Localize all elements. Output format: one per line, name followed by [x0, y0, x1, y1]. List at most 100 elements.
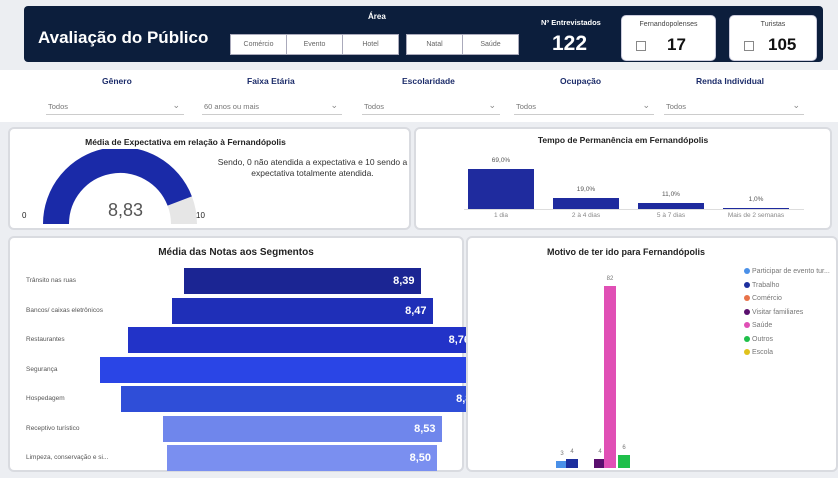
segment-value: 8,39 — [393, 275, 415, 287]
card-value: 17 — [667, 35, 686, 54]
filter-faixa-etaria[interactable]: Faixa Etária 60 anos ou mais ⌄ — [202, 76, 342, 118]
filter-underline — [514, 114, 654, 115]
segment-label: Receptivo turístico — [26, 424, 80, 432]
legend-dot-icon — [744, 349, 750, 356]
segment-bar: 8,39 — [183, 268, 421, 294]
bar-category-label: Mais de 2 semanas — [727, 212, 785, 219]
legend-dot-icon — [744, 335, 750, 342]
legend-item: Visitar familiares — [744, 309, 803, 316]
filter-value: Todos — [666, 102, 687, 111]
filter-underline — [664, 114, 804, 115]
gauge-min-label: 0 — [22, 211, 27, 220]
header-bar: Avaliação do Público Área Comércio Event… — [24, 6, 823, 62]
legend-label: Escola — [752, 349, 774, 356]
card-label: Turistas — [760, 21, 786, 28]
legend-item: Trabalho — [744, 282, 779, 289]
gauge-value: 8,83 — [108, 200, 144, 220]
bar-value-label: 19,0% — [576, 185, 596, 193]
panel-segmentos: Média das Notas aos Segmentos Trânsito n… — [8, 236, 505, 472]
area-button-natal[interactable]: Natal — [406, 34, 463, 55]
legend-dot-icon — [744, 295, 750, 302]
filter-value: Todos — [48, 102, 69, 111]
bar-1 — [566, 459, 578, 468]
filter-value: Todos — [516, 102, 537, 111]
filter-escolaridade[interactable]: Escolaridade Todos ⌄ — [362, 76, 500, 118]
panel-tempo-permanencia: Tempo de Permanência em Fernandópolis 69… — [414, 127, 832, 230]
gauge-note: Sendo, 0 não atendida a expectativa e 10… — [217, 157, 408, 178]
segment-label: Limpeza, conservação e si... — [26, 454, 109, 461]
segment-label: Trânsito nas ruas — [26, 277, 76, 284]
filter-label: Ocupação — [560, 76, 602, 86]
filter-renda-individual[interactable]: Renda Individual Todos ⌄ — [664, 76, 804, 118]
segment-bar: 8,95 — [99, 356, 505, 383]
area-button-saude[interactable]: Saúde — [462, 34, 519, 55]
bar-category-label: 5 à 7 dias — [656, 212, 686, 219]
segment-row: Limpeza, conservação e si... 8,50 — [10, 445, 462, 471]
legend-item: Escola — [744, 349, 773, 356]
legend-label: Comércio — [752, 295, 782, 302]
segment-label: Bancos/ caixas eletrônicos — [26, 306, 103, 314]
area-button-comercio[interactable]: Comércio — [230, 34, 287, 55]
segment-value: 8,47 — [405, 304, 427, 317]
bar-value-label: 4 — [570, 449, 574, 456]
filter-underline — [202, 114, 342, 115]
segment-bar: 8,76 — [128, 327, 476, 353]
bar-5 — [618, 454, 630, 468]
panel-title: Média de Expectativa em relação à Fernan… — [85, 137, 286, 147]
area-filter-label: Área — [368, 12, 386, 21]
card-label: Fernandopolenses — [639, 21, 698, 28]
segment-label: Hospedagem — [26, 395, 65, 402]
chevron-down-icon: ⌄ — [172, 100, 180, 110]
segment-row: Segurança 8,95 — [10, 356, 505, 383]
area-button-hotel[interactable]: Hotel — [342, 34, 399, 55]
segment-bar: 8,47 — [171, 297, 433, 324]
filter-ocupacao[interactable]: Ocupação Todos ⌄ — [514, 76, 654, 118]
legend-label: Saúde — [752, 322, 773, 329]
interviewed-label: Nº Entrevistados — [541, 18, 601, 27]
filter-label: Renda Individual — [696, 76, 765, 86]
filter-genero[interactable]: Gênero Todos ⌄ — [46, 76, 184, 118]
checkbox-icon[interactable] — [636, 41, 646, 51]
segment-row: Restaurantes 8,76 — [10, 327, 476, 353]
page-title: Avaliação do Público — [38, 28, 209, 47]
legend-dot-icon — [744, 322, 750, 329]
bar-1 — [553, 197, 619, 209]
segment-bar: 8,53 — [162, 415, 442, 442]
segment-row: Trânsito nas ruas 8,39 — [10, 268, 462, 294]
legend-item: Comércio — [744, 295, 782, 302]
filter-label: Gênero — [102, 76, 132, 86]
filter-underline — [362, 114, 500, 115]
chevron-down-icon: ⌄ — [330, 100, 338, 110]
bar-4 — [604, 286, 616, 468]
legend-label: Trabalho — [752, 281, 780, 289]
segment-label: Segurança — [26, 365, 58, 373]
filter-underline — [46, 114, 184, 115]
bar-0 — [468, 169, 534, 209]
legend-label: Visitar familiares — [752, 308, 804, 316]
area-button-evento[interactable]: Evento — [286, 34, 343, 55]
chevron-down-icon: ⌄ — [642, 100, 650, 110]
chevron-down-icon: ⌄ — [488, 100, 496, 110]
legend-dot-icon — [744, 268, 750, 275]
legend-dot-icon — [744, 308, 750, 315]
filter-label: Escolaridade — [402, 76, 455, 86]
bar-category-label: 1 dia — [493, 212, 509, 219]
gauge-max-label: 10 — [196, 211, 205, 220]
tempo-chart: 69,0% 1 dia 19,0% 2 à 4 dias 11,0% 5 à 7 dias… — [416, 129, 830, 228]
legend-item: Outros — [744, 336, 773, 343]
bar-category-label: 2 à 4 dias — [571, 212, 601, 219]
bar-value-label: 1,0% — [748, 196, 764, 203]
checkbox-icon[interactable] — [744, 41, 754, 51]
card-turistas[interactable]: Turistas 105 — [729, 15, 817, 61]
filter-value: Todos — [364, 102, 385, 111]
segment-bar: 8,81 — [120, 386, 484, 412]
legend-item: Saúde — [744, 322, 772, 329]
legend-item: Participar de evento tur... — [744, 268, 830, 275]
legend-dot-icon — [744, 281, 750, 288]
segment-value: 8,50 — [409, 452, 431, 464]
interviewed-value: 122 — [552, 32, 588, 55]
filter-label: Faixa Etária — [247, 76, 295, 86]
card-fernandopolenses[interactable]: Fernandopolenses 17 — [621, 15, 716, 61]
panel-expectativa: Média de Expectativa em relação à Fernan… — [8, 127, 411, 230]
panel-motivo: Motivo de ter ido para Fernandópolis 3 Pa… — [466, 236, 838, 472]
